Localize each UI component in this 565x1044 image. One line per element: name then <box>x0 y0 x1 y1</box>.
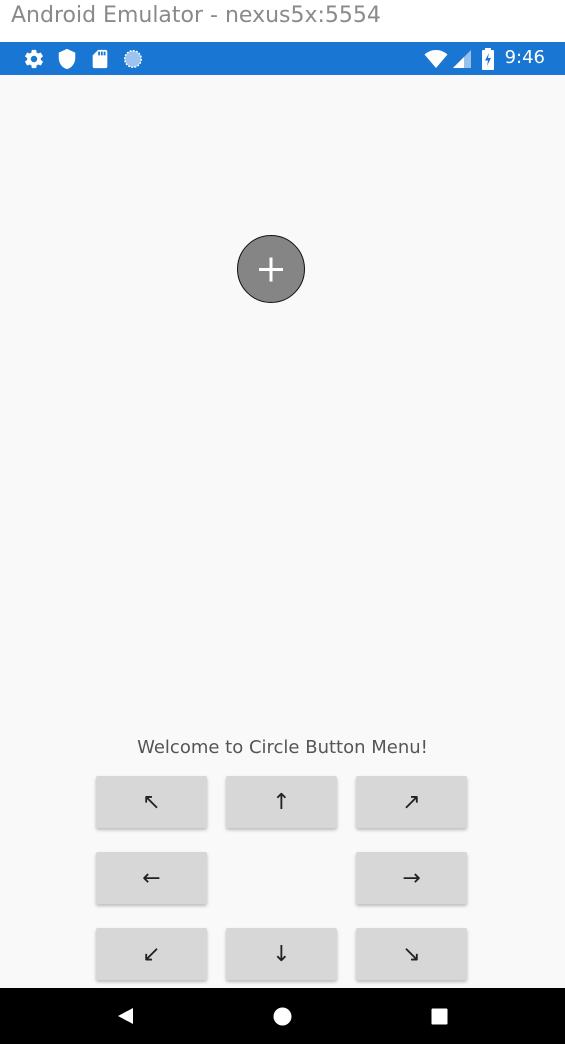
battery-icon <box>481 48 495 70</box>
cell-signal-icon <box>451 48 473 70</box>
welcome-label: Welcome to Circle Button Menu! <box>137 737 428 758</box>
home-icon[interactable] <box>273 1007 292 1030</box>
circle-menu-button[interactable] <box>237 235 305 303</box>
up-button[interactable]: ↑ <box>226 776 337 828</box>
shield-icon <box>56 48 78 70</box>
right-button[interactable]: → <box>356 852 467 904</box>
window-title: Android Emulator - nexus5x:5554 <box>0 0 565 42</box>
sync-icon <box>122 48 144 70</box>
wifi-icon <box>424 48 448 70</box>
status-bar: 9:46 <box>0 42 565 75</box>
sd-card-icon <box>89 48 111 70</box>
down-left-button[interactable]: ↙ <box>96 928 207 980</box>
up-left-button[interactable]: ↖ <box>96 776 207 828</box>
down-button[interactable]: ↓ <box>226 928 337 980</box>
navigation-bar <box>0 988 565 1044</box>
app-content <box>0 75 565 988</box>
plus-icon <box>259 257 283 282</box>
status-time: 9:46 <box>504 47 545 68</box>
back-icon[interactable] <box>116 1007 134 1029</box>
settings-icon <box>23 48 45 70</box>
left-button[interactable]: ← <box>96 852 207 904</box>
down-right-button[interactable]: ↘ <box>356 928 467 980</box>
recents-icon[interactable] <box>431 1008 448 1029</box>
up-right-button[interactable]: ↗ <box>356 776 467 828</box>
